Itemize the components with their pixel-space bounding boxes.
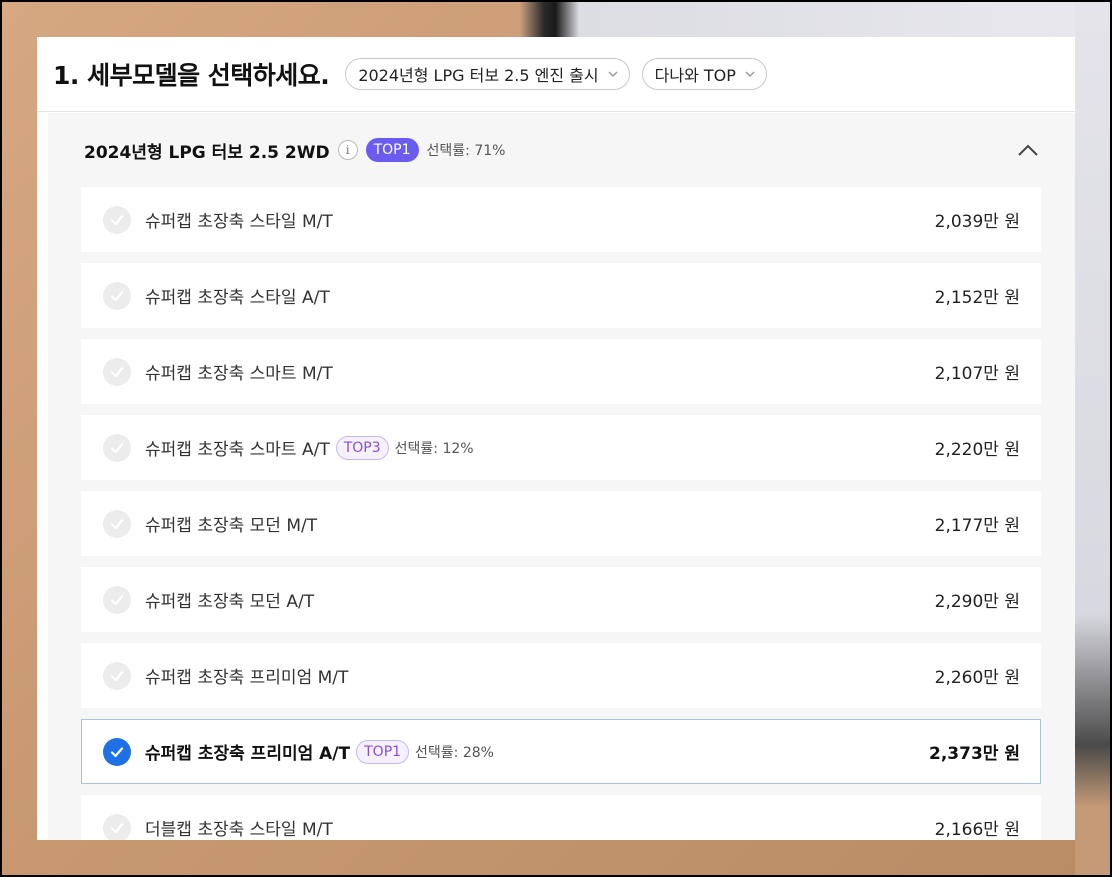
group-header: 2024년형 LPG 터보 2.5 2WD i TOP1 선택률: 71% (81, 113, 1041, 187)
chevron-up-icon (1018, 144, 1038, 156)
option-price: 2,290만 원 (934, 592, 1020, 612)
chevron-down-icon (608, 71, 618, 77)
option-price: 2,260만 원 (934, 668, 1020, 688)
option-price: 2,177만 원 (934, 516, 1020, 536)
check-icon (103, 585, 131, 614)
group-body: 2024년형 LPG 터보 2.5 2WD i TOP1 선택률: 71% 슈퍼… (48, 113, 1075, 840)
model-select-panel: 1. 세부모델을 선택하세요. 2024년형 LPG 터보 2.5 엔진 출시 … (37, 37, 1075, 840)
check-icon (103, 281, 131, 310)
collapse-button[interactable] (1015, 137, 1041, 163)
group-top-badge: TOP1 (365, 138, 419, 162)
option-meta: TOP3 선택률: 12% (330, 435, 474, 460)
list-item[interactable]: 슈퍼캡 초장축 모던 M/T 2,177만 원 (81, 491, 1041, 556)
option-price: 2,373만 원 (929, 744, 1020, 764)
option-label: 슈퍼캡 초장축 스타일 A/T (145, 288, 330, 308)
panel-header: 1. 세부모델을 선택하세요. 2024년형 LPG 터보 2.5 엔진 출시 … (37, 37, 1075, 112)
option-label: 슈퍼캡 초장축 모던 M/T (145, 516, 318, 536)
check-icon (103, 205, 131, 234)
option-price: 2,107만 원 (934, 364, 1020, 384)
option-top-badge: TOP3 (335, 435, 389, 460)
option-price: 2,220만 원 (934, 440, 1020, 460)
option-label: 슈퍼캡 초장축 프리미엄 A/T (145, 744, 351, 764)
list-item[interactable]: 더블캡 초장축 스타일 M/T 2,166만 원 (81, 795, 1041, 840)
option-top-badge: TOP1 (356, 739, 410, 764)
list-item[interactable]: 슈퍼캡 초장축 모던 A/T 2,290만 원 (81, 567, 1041, 632)
option-label: 슈퍼캡 초장축 스마트 A/T (145, 440, 330, 460)
option-list: 슈퍼캡 초장축 스타일 M/T 2,039만 원슈퍼캡 초장축 스타일 A/T 2,… (81, 187, 1041, 840)
option-price: 2,152만 원 (934, 288, 1020, 308)
list-item[interactable]: 슈퍼캡 초장축 프리미엄 M/T 2,260만 원 (81, 643, 1041, 708)
check-icon (103, 509, 131, 538)
background-top (520, 0, 1112, 40)
group-selection-rate: 선택률: 71% (426, 143, 506, 159)
list-item[interactable]: 슈퍼캡 초장축 프리미엄 A/T TOP1 선택률: 28% 2,373만 원 (81, 719, 1041, 784)
check-icon (103, 357, 131, 386)
info-icon[interactable]: i (337, 140, 358, 160)
sort-select-label: 다나와 TOP (654, 66, 736, 85)
option-price: 2,166만 원 (934, 820, 1020, 840)
background-right (1075, 0, 1112, 877)
list-item[interactable]: 슈퍼캡 초장축 스마트 M/T 2,107만 원 (81, 339, 1041, 404)
check-icon (103, 661, 131, 690)
page-title: 1. 세부모델을 선택하세요. (53, 61, 330, 90)
chevron-down-icon (745, 71, 755, 77)
option-label: 더블캡 초장축 스타일 M/T (145, 820, 333, 840)
group-title: 2024년형 LPG 터보 2.5 2WD (84, 142, 330, 163)
option-label: 슈퍼캡 초장축 스타일 M/T (145, 212, 333, 232)
list-item[interactable]: 슈퍼캡 초장축 스마트 A/T TOP3 선택률: 12% 2,220만 원 (81, 415, 1041, 480)
check-icon (103, 737, 131, 766)
option-price: 2,039만 원 (934, 212, 1020, 232)
year-select-label: 2024년형 LPG 터보 2.5 엔진 출시 (358, 66, 599, 85)
list-item[interactable]: 슈퍼캡 초장축 스타일 A/T 2,152만 원 (81, 263, 1041, 328)
option-label: 슈퍼캡 초장축 모던 A/T (145, 592, 315, 612)
check-icon (103, 813, 131, 840)
year-select[interactable]: 2024년형 LPG 터보 2.5 엔진 출시 (345, 58, 630, 90)
option-selection-rate: 선택률: 28% (415, 744, 494, 761)
check-icon (103, 433, 131, 462)
sort-select[interactable]: 다나와 TOP (641, 58, 767, 90)
option-meta: TOP1 선택률: 28% (350, 739, 494, 764)
option-label: 슈퍼캡 초장축 프리미엄 M/T (145, 668, 349, 688)
option-selection-rate: 선택률: 12% (394, 440, 474, 457)
option-label: 슈퍼캡 초장축 스마트 M/T (145, 364, 333, 384)
list-item[interactable]: 슈퍼캡 초장축 스타일 M/T 2,039만 원 (81, 187, 1041, 252)
